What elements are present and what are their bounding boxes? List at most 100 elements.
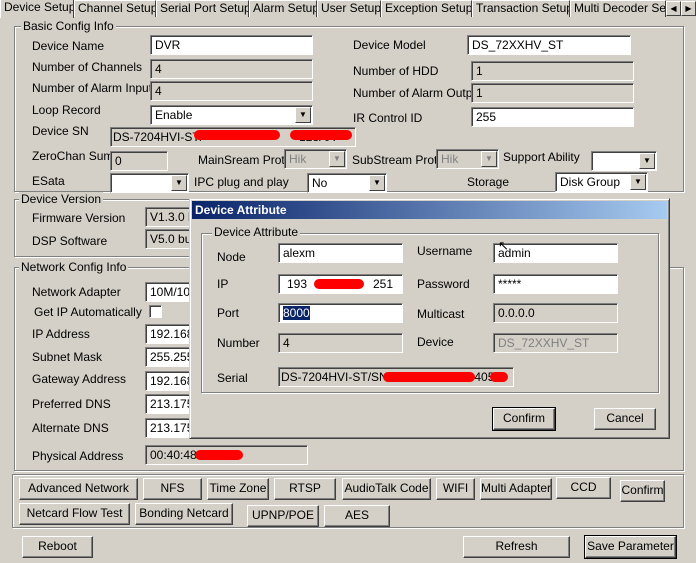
audiotalk-code-button[interactable]: AudioTalk Code	[342, 478, 431, 500]
firmware-field: V1.3.0 b	[145, 207, 195, 227]
hdd-field: 1	[471, 61, 634, 81]
device-model-label: Device Model	[353, 38, 426, 52]
auto-ip-checkbox[interactable]	[149, 305, 162, 318]
chevron-down-icon: ▼	[329, 151, 345, 167]
mainstream-select: Hik ▼	[284, 149, 347, 169]
dialog-ip-label: IP	[217, 277, 229, 291]
chevron-down-icon[interactable]: ▼	[171, 175, 187, 191]
gateway-label: Gateway Address	[32, 372, 127, 386]
esata-select[interactable]: ▼	[110, 173, 189, 193]
ipc-select[interactable]: No ▼	[307, 173, 387, 193]
aes-button[interactable]: AES	[324, 505, 390, 527]
netcard-flow-test-button[interactable]: Netcard Flow Test	[19, 503, 130, 525]
alternate-dns-label: Alternate DNS	[32, 421, 109, 435]
chevron-down-icon[interactable]: ▼	[295, 107, 311, 123]
ipc-value: No	[312, 176, 328, 190]
ccd-button[interactable]: CCD	[556, 477, 611, 499]
dsp-label: DSP Software	[32, 234, 108, 248]
device-label: Device	[417, 335, 454, 349]
hdd-label: Number of HDD	[353, 64, 439, 78]
tab-transaction-setup[interactable]: Transaction Setup	[472, 0, 570, 17]
adapter-select[interactable]: 10M/100	[145, 282, 195, 302]
subnet-mask-field[interactable]: 255.255.	[145, 347, 195, 367]
ipc-label: IPC plug and play	[194, 175, 289, 189]
tab-scroll-right-icon[interactable]: ▶	[681, 1, 696, 16]
redaction-mark	[195, 450, 243, 460]
device-name-label: Device Name	[32, 39, 105, 53]
substream-select: Hik ▼	[436, 149, 499, 169]
rtsp-button[interactable]: RTSP	[274, 478, 336, 500]
redaction-mark	[194, 130, 280, 140]
mouse-cursor-icon: ↖	[498, 238, 509, 253]
bonding-netcard-button[interactable]: Bonding Netcard	[135, 503, 233, 525]
tab-exception-setup[interactable]: Exception Setup	[381, 0, 472, 17]
alarm-input-field: 4	[150, 81, 313, 101]
storage-value: Disk Group	[560, 175, 621, 189]
serial-part1: DS-7204HVI-ST/SN0	[281, 370, 395, 384]
chevron-down-icon: ▼	[481, 151, 497, 167]
tab-alarm-setup[interactable]: Alarm Setup	[249, 0, 317, 17]
ip-address-field[interactable]: 192.168.	[145, 324, 195, 344]
zerochan-field: 0	[110, 151, 168, 171]
serial-label: Serial	[217, 371, 248, 385]
confirm-network-button[interactable]: Confirm	[620, 480, 665, 502]
port-field[interactable]: 8000	[278, 303, 403, 323]
wifi-button[interactable]: WIFI	[436, 478, 475, 500]
device-attribute-dialog: Device Attribute Device Attribute Node a…	[189, 198, 670, 439]
network-config-title: Network Config Info	[19, 260, 129, 274]
basic-config-title: Basic Config Info	[21, 19, 116, 33]
preferred-dns-field[interactable]: 213.175.	[145, 394, 195, 414]
password-field[interactable]: *****	[493, 274, 618, 294]
chevron-down-icon[interactable]: ▼	[630, 174, 646, 190]
tab-multi-decoder-setup[interactable]: Multi Decoder Set	[570, 0, 666, 17]
support-ability-select[interactable]: ▼	[591, 151, 657, 171]
loop-record-select[interactable]: Enable ▼	[150, 105, 313, 125]
ir-control-field[interactable]: 255	[471, 107, 634, 127]
adapter-label: Network Adapter	[32, 285, 121, 299]
time-zone-button[interactable]: Time Zone	[207, 478, 269, 500]
multi-adapter-button[interactable]: Multi Adapter	[480, 478, 552, 500]
device-name-field[interactable]: DVR	[150, 35, 313, 55]
save-parameter-button[interactable]: Save Parameter	[584, 535, 677, 559]
port-label: Port	[217, 306, 240, 320]
device-field: DS_72XXHV_ST	[493, 333, 618, 353]
dialog-group-title: Device Attribute	[212, 225, 301, 239]
physical-address-label: Physical Address	[32, 449, 124, 463]
username-field[interactable]: admin	[493, 243, 618, 263]
auto-ip-label: Get IP Automatically	[34, 305, 142, 319]
storage-select[interactable]: Disk Group ▼	[555, 172, 648, 192]
dialog-cancel-button[interactable]: Cancel	[594, 408, 656, 430]
tab-serial-port-setup[interactable]: Serial Port Setup	[156, 0, 249, 17]
storage-label: Storage	[467, 175, 510, 189]
alternate-dns-field[interactable]: 213.175.	[145, 418, 195, 438]
device-sn-label: Device SN	[32, 124, 89, 138]
loop-record-label: Loop Record	[32, 103, 101, 117]
substream-value: Hik	[441, 152, 459, 166]
tab-user-setup[interactable]: User Setup	[317, 0, 381, 17]
reboot-button[interactable]: Reboot	[22, 536, 93, 558]
esata-label: ESata	[32, 174, 65, 188]
refresh-button[interactable]: Refresh	[463, 536, 570, 558]
redaction-mark	[290, 130, 352, 140]
substream-label: SubStream Proto	[352, 153, 445, 167]
node-field[interactable]: alexm	[278, 243, 403, 263]
tab-bar: Device Setup Channel Setup Serial Port S…	[0, 0, 696, 18]
chevron-down-icon[interactable]: ▼	[639, 153, 655, 169]
dialog-confirm-button[interactable]: Confirm	[492, 407, 556, 431]
upnp-poe-button[interactable]: UPNP/POE	[247, 505, 319, 527]
nfs-button[interactable]: NFS	[143, 478, 202, 500]
device-model-field[interactable]: DS_72XXHV_ST	[467, 35, 631, 55]
channels-label: Number of Channels	[32, 60, 143, 74]
loop-record-value: Enable	[155, 108, 193, 122]
tab-scroll-left-icon[interactable]: ◀	[666, 1, 681, 16]
tab-channel-setup[interactable]: Channel Setup	[74, 0, 156, 17]
tab-device-setup[interactable]: Device Setup	[0, 0, 74, 18]
device-sn-part1: DS-7204HVI-ST/	[113, 130, 204, 144]
advanced-network-button[interactable]: Advanced Network	[19, 478, 138, 500]
chevron-down-icon[interactable]: ▼	[369, 175, 385, 191]
dialog-title-bar[interactable]: Device Attribute	[192, 201, 667, 219]
multicast-label: Multicast	[417, 307, 465, 321]
device-version-title: Device Version	[19, 192, 104, 206]
firmware-label: Firmware Version	[32, 211, 126, 225]
gateway-field[interactable]: 192.168.	[145, 371, 195, 391]
